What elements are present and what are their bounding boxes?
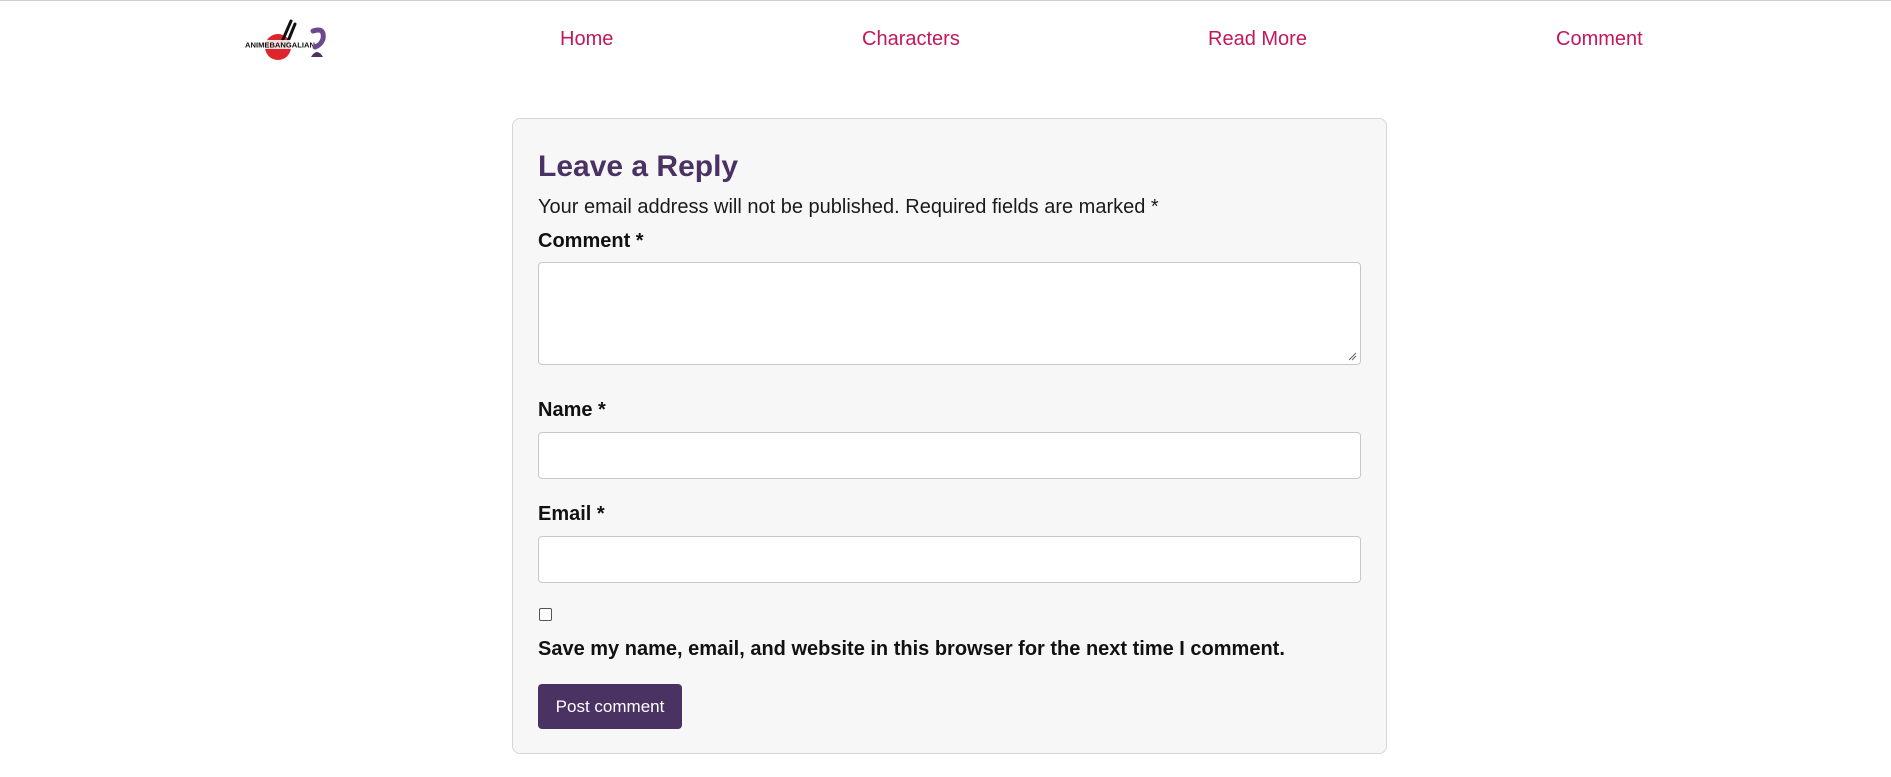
name-label: Name * [538, 399, 606, 421]
name-input[interactable] [538, 432, 1361, 479]
email-label: Email * [538, 503, 605, 525]
logo-text: ANIMEBANGALIAN [245, 41, 315, 50]
site-logo[interactable]: ANIMEBANGALIAN [243, 17, 327, 63]
form-title: Leave a Reply [538, 150, 739, 183]
post-comment-button[interactable]: Post comment [538, 684, 682, 729]
comment-textarea[interactable] [538, 262, 1361, 365]
required-fields-notice: Your email address will not be published… [538, 196, 1159, 218]
comment-form-card: Leave a Reply Your email address will no… [512, 118, 1387, 754]
anime-site-logo-icon: ANIMEBANGALIAN [244, 19, 326, 60]
save-info-checkbox[interactable] [539, 608, 552, 621]
comment-label: Comment * [538, 230, 644, 252]
email-input[interactable] [538, 536, 1361, 583]
save-info-label: Save my name, email, and website in this… [538, 638, 1285, 660]
nav-comment-link[interactable]: Comment [1556, 27, 1643, 51]
nav-home-link[interactable]: Home [560, 27, 613, 51]
top-navigation: ANIMEBANGALIAN Home Characters Read More… [0, 1, 1891, 79]
resize-handle-icon[interactable] [1348, 352, 1357, 361]
nav-characters-link[interactable]: Characters [862, 27, 960, 51]
nav-read-more-link[interactable]: Read More [1208, 27, 1307, 51]
